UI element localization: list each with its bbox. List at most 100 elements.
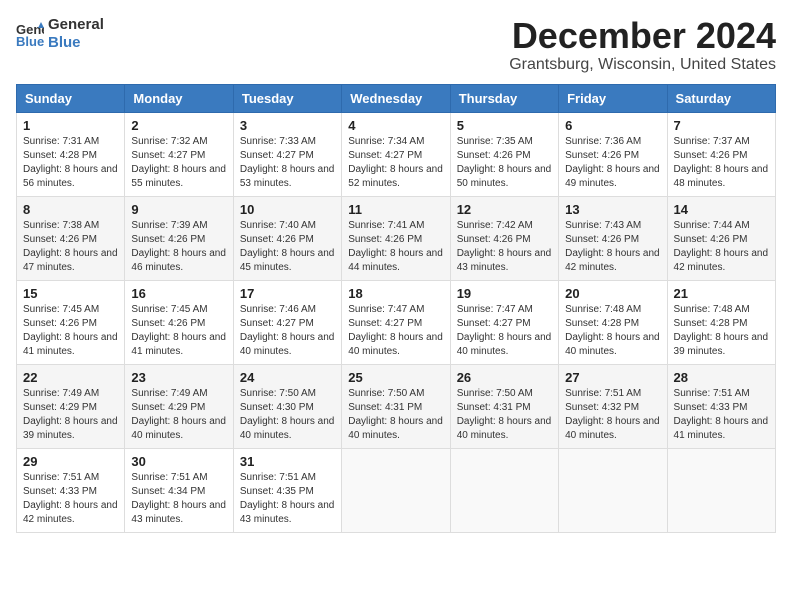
calendar-cell: 12 Sunrise: 7:42 AMSunset: 4:26 PMDayligh… <box>450 196 558 280</box>
day-info: Sunrise: 7:43 AMSunset: 4:26 PMDaylight:… <box>565 219 660 275</box>
calendar-cell: 2Sunrise: 7:32 AMSunset: 4:27 PMDaylight… <box>125 112 233 196</box>
day-number: 4 <box>348 118 443 133</box>
day-number: 5 <box>457 118 552 133</box>
weekday-header-tuesday: Tuesday <box>233 84 341 112</box>
logo-text: General Blue <box>48 16 104 52</box>
calendar-week-row: 29 Sunrise: 7:51 AMSunset: 4:33 PMDayligh… <box>17 448 776 532</box>
day-info: Sunrise: 7:50 AMSunset: 4:31 PMDaylight:… <box>457 387 552 443</box>
calendar-header: SundayMondayTuesdayWednesdayThursdayFrid… <box>17 84 776 112</box>
day-number: 12 <box>457 202 552 217</box>
calendar-cell <box>450 448 558 532</box>
weekday-header-monday: Monday <box>125 84 233 112</box>
day-info: Sunrise: 7:50 AMSunset: 4:31 PMDaylight:… <box>348 387 443 443</box>
calendar-cell: 10Sunrise: 7:40 AMSunset: 4:26 PMDayligh… <box>233 196 341 280</box>
day-info: Sunrise: 7:51 AMSunset: 4:35 PMDaylight:… <box>240 471 335 527</box>
day-info: Sunrise: 7:51 AMSunset: 4:33 PMDaylight:… <box>674 387 769 443</box>
page-header: General Blue General Blue December 2024 … <box>16 16 776 74</box>
day-number: 27 <box>565 370 660 385</box>
calendar-cell: 14Sunrise: 7:44 AMSunset: 4:26 PMDayligh… <box>667 196 775 280</box>
day-info: Sunrise: 7:47 AMSunset: 4:27 PMDaylight:… <box>457 303 552 359</box>
day-number: 24 <box>240 370 335 385</box>
day-number: 13 <box>565 202 660 217</box>
day-number: 3 <box>240 118 335 133</box>
calendar-cell: 8 Sunrise: 7:38 AMSunset: 4:26 PMDaylight… <box>17 196 125 280</box>
day-info: Sunrise: 7:45 AMSunset: 4:26 PMDaylight:… <box>23 303 118 359</box>
day-number: 19 <box>457 286 552 301</box>
day-number: 30 <box>131 454 226 469</box>
day-number: 28 <box>674 370 769 385</box>
logo-line1: General <box>48 16 104 34</box>
calendar-cell: 3Sunrise: 7:33 AMSunset: 4:27 PMDaylight… <box>233 112 341 196</box>
calendar-cell: 24Sunrise: 7:50 AMSunset: 4:30 PMDayligh… <box>233 364 341 448</box>
calendar-cell: 23Sunrise: 7:49 AMSunset: 4:29 PMDayligh… <box>125 364 233 448</box>
calendar-cell: 31Sunrise: 7:51 AMSunset: 4:35 PMDayligh… <box>233 448 341 532</box>
svg-text:Blue: Blue <box>16 34 44 48</box>
logo-line2: Blue <box>48 34 104 52</box>
logo: General Blue General Blue <box>16 16 104 52</box>
day-number: 6 <box>565 118 660 133</box>
title-area: December 2024 Grantsburg, Wisconsin, Uni… <box>509 16 776 74</box>
calendar-cell: 16Sunrise: 7:45 AMSunset: 4:26 PMDayligh… <box>125 280 233 364</box>
day-info: Sunrise: 7:38 AMSunset: 4:26 PMDaylight:… <box>23 219 118 275</box>
calendar-cell: 29 Sunrise: 7:51 AMSunset: 4:33 PMDayligh… <box>17 448 125 532</box>
day-number: 26 <box>457 370 552 385</box>
day-info: Sunrise: 7:39 AMSunset: 4:26 PMDaylight:… <box>131 219 226 275</box>
day-number: 15 <box>23 286 118 301</box>
calendar-cell: 18Sunrise: 7:47 AMSunset: 4:27 PMDayligh… <box>342 280 450 364</box>
calendar-cell: 21Sunrise: 7:48 AMSunset: 4:28 PMDayligh… <box>667 280 775 364</box>
weekday-header-friday: Friday <box>559 84 667 112</box>
calendar-cell: 30Sunrise: 7:51 AMSunset: 4:34 PMDayligh… <box>125 448 233 532</box>
calendar-cell: 25 Sunrise: 7:50 AMSunset: 4:31 PMDayligh… <box>342 364 450 448</box>
calendar-cell: 11 Sunrise: 7:41 AMSunset: 4:26 PMDayligh… <box>342 196 450 280</box>
day-number: 2 <box>131 118 226 133</box>
calendar-week-row: 1 Sunrise: 7:31 AMSunset: 4:28 PMDaylight… <box>17 112 776 196</box>
calendar-week-row: 22Sunrise: 7:49 AMSunset: 4:29 PMDayligh… <box>17 364 776 448</box>
calendar-table: SundayMondayTuesdayWednesdayThursdayFrid… <box>16 84 776 533</box>
day-number: 29 <box>23 454 118 469</box>
calendar-cell <box>559 448 667 532</box>
day-info: Sunrise: 7:48 AMSunset: 4:28 PMDaylight:… <box>674 303 769 359</box>
calendar-cell: 15 Sunrise: 7:45 AMSunset: 4:26 PMDayligh… <box>17 280 125 364</box>
day-info: Sunrise: 7:49 AMSunset: 4:29 PMDaylight:… <box>131 387 226 443</box>
calendar-cell: 6Sunrise: 7:36 AMSunset: 4:26 PMDaylight… <box>559 112 667 196</box>
calendar-cell: 4Sunrise: 7:34 AMSunset: 4:27 PMDaylight… <box>342 112 450 196</box>
day-info: Sunrise: 7:35 AMSunset: 4:26 PMDaylight:… <box>457 135 552 191</box>
day-number: 14 <box>674 202 769 217</box>
day-info: Sunrise: 7:40 AMSunset: 4:26 PMDaylight:… <box>240 219 335 275</box>
day-info: Sunrise: 7:41 AMSunset: 4:26 PMDaylight:… <box>348 219 443 275</box>
day-number: 16 <box>131 286 226 301</box>
day-info: Sunrise: 7:48 AMSunset: 4:28 PMDaylight:… <box>565 303 660 359</box>
calendar-cell: 22Sunrise: 7:49 AMSunset: 4:29 PMDayligh… <box>17 364 125 448</box>
day-number: 1 <box>23 118 118 133</box>
day-info: Sunrise: 7:42 AMSunset: 4:26 PMDaylight:… <box>457 219 552 275</box>
weekday-header-wednesday: Wednesday <box>342 84 450 112</box>
logo-icon: General Blue <box>16 20 44 48</box>
day-number: 11 <box>348 202 443 217</box>
day-info: Sunrise: 7:31 AMSunset: 4:28 PMDaylight:… <box>23 135 118 191</box>
calendar-cell: 26 Sunrise: 7:50 AMSunset: 4:31 PMDayligh… <box>450 364 558 448</box>
location-title: Grantsburg, Wisconsin, United States <box>509 56 776 74</box>
day-number: 8 <box>23 202 118 217</box>
day-number: 9 <box>131 202 226 217</box>
calendar-cell: 19 Sunrise: 7:47 AMSunset: 4:27 PMDayligh… <box>450 280 558 364</box>
weekday-header-row: SundayMondayTuesdayWednesdayThursdayFrid… <box>17 84 776 112</box>
calendar-cell: 13 Sunrise: 7:43 AMSunset: 4:26 PMDayligh… <box>559 196 667 280</box>
day-number: 7 <box>674 118 769 133</box>
calendar-cell: 20Sunrise: 7:48 AMSunset: 4:28 PMDayligh… <box>559 280 667 364</box>
calendar-week-row: 15 Sunrise: 7:45 AMSunset: 4:26 PMDayligh… <box>17 280 776 364</box>
day-info: Sunrise: 7:37 AMSunset: 4:26 PMDaylight:… <box>674 135 769 191</box>
weekday-header-thursday: Thursday <box>450 84 558 112</box>
calendar-week-row: 8 Sunrise: 7:38 AMSunset: 4:26 PMDaylight… <box>17 196 776 280</box>
day-number: 25 <box>348 370 443 385</box>
day-info: Sunrise: 7:46 AMSunset: 4:27 PMDaylight:… <box>240 303 335 359</box>
day-info: Sunrise: 7:51 AMSunset: 4:33 PMDaylight:… <box>23 471 118 527</box>
calendar-cell <box>342 448 450 532</box>
day-number: 17 <box>240 286 335 301</box>
calendar-cell: 7 Sunrise: 7:37 AMSunset: 4:26 PMDaylight… <box>667 112 775 196</box>
month-title: December 2024 <box>509 16 776 56</box>
calendar-cell: 5 Sunrise: 7:35 AMSunset: 4:26 PMDaylight… <box>450 112 558 196</box>
calendar-cell <box>667 448 775 532</box>
weekday-header-saturday: Saturday <box>667 84 775 112</box>
calendar-cell: 27Sunrise: 7:51 AMSunset: 4:32 PMDayligh… <box>559 364 667 448</box>
calendar-cell: 17 Sunrise: 7:46 AMSunset: 4:27 PMDayligh… <box>233 280 341 364</box>
